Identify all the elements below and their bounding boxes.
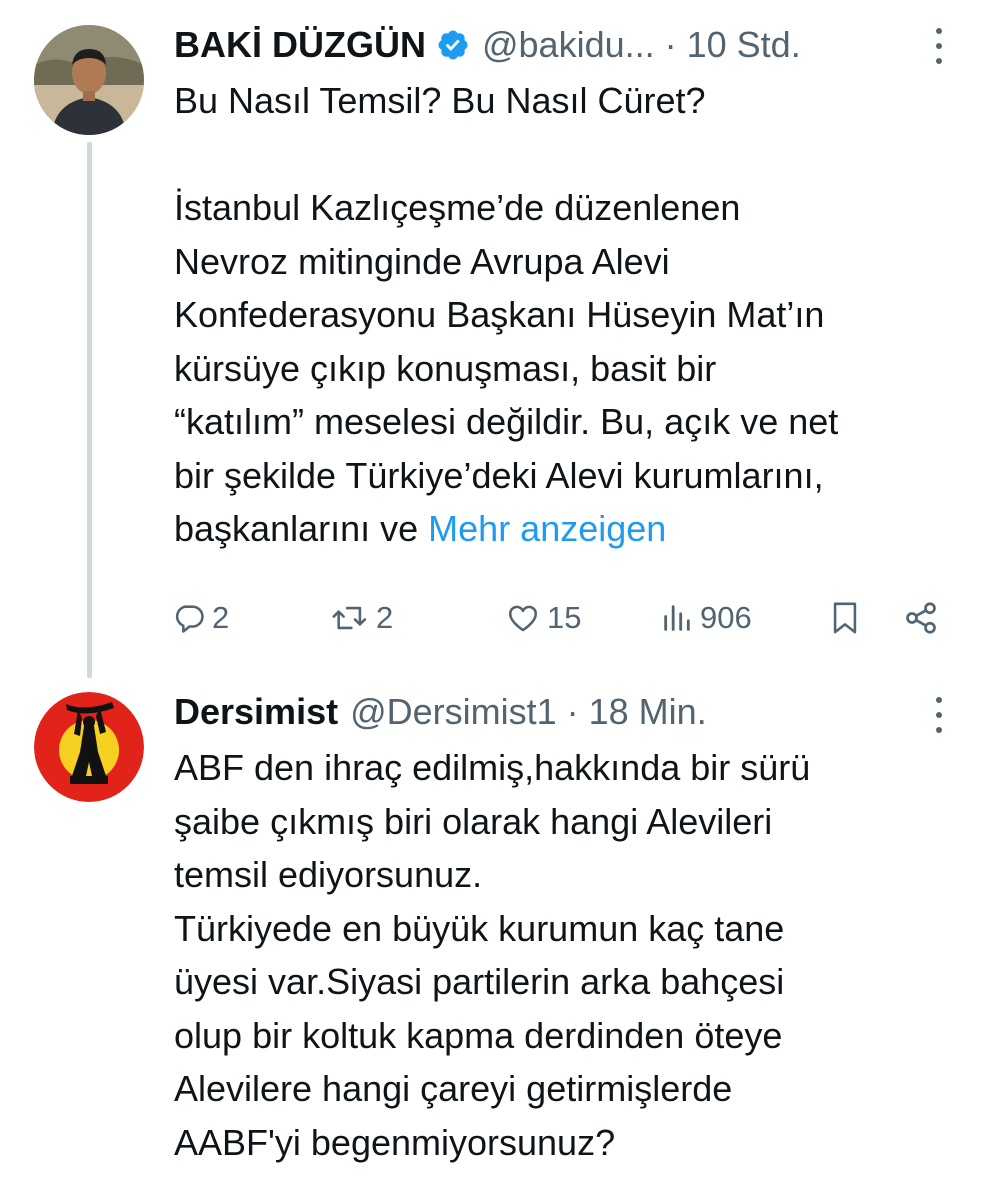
text-line: İstanbul Kazlıçeşme’de düzenlenen [174,187,741,228]
avatar-bakiduzgun[interactable] [34,25,144,135]
text-line: Türkiyede en büyük kurumun kaç tane [174,907,785,949]
text-line: Alevilere hangi çareyi getirmişlerde [174,1068,733,1109]
text-line: AABF'yi begenmiyorsunuz? [174,1121,616,1163]
text-line-last: başkanlarını ve Mehr anzeigen [174,502,974,556]
views-count: 906 [700,600,752,635]
text-line [174,128,974,182]
avatar-dersimist[interactable] [34,692,144,802]
text-line: temsil ediyorsunuz. [174,854,483,895]
avatar-logo [34,692,144,802]
text-line: şaibe çıkmış biri olarak hangi Alevileri [174,800,773,842]
display-name[interactable]: BAKİ DÜZGÜN [174,23,426,67]
retweet-count: 2 [376,600,394,635]
text-line: “katılım” meselesi değildir. Bu, açık ve… [174,401,839,442]
views-button[interactable]: 906 [660,590,752,646]
show-more-link[interactable]: Mehr anzeigen [428,508,666,549]
text-line: bir şekilde Türkiye’deki Alevi kurumları… [174,454,824,496]
like-count: 15 [547,600,582,635]
user-handle[interactable]: @Dersimist1 [350,690,557,734]
verified-badge-icon [438,30,468,60]
text-line: olup bir koltuk kapma derdinden öteye [174,1014,783,1056]
bookmark-icon [833,602,857,634]
share-icon [906,602,936,634]
tweet-actions: 2 2 15 906 [0,590,995,646]
heart-icon [508,605,538,632]
text-line: Bu Nasıl Temsil? Bu Nasıl Cüret? [174,80,706,121]
reply-icon [175,605,204,633]
like-button[interactable]: 15 [505,590,581,646]
display-name[interactable]: Dersimist [174,690,338,734]
tweet-text: ABF den ihraç edilmiş,hakkında bir sürü … [174,741,974,1169]
avatar-photo [34,25,144,135]
dot-separator: · [664,24,677,65]
retweet-icon [332,606,367,630]
user-handle[interactable]: @bakidu... [482,23,655,67]
tweet-header: Dersimist @Dersimist1 · 18 Min. [174,690,707,734]
text-line: ABF den ihraç edilmiş,hakkında bir sürü [174,747,811,788]
timestamp[interactable]: 18 Min. [589,690,707,734]
dot-separator: · [566,691,579,732]
text-fragment: başkanlarını ve [174,508,429,549]
retweet-button[interactable]: 2 [330,590,393,646]
text-line: kürsüye çıkıp konuşması, basit bir [174,347,717,389]
tweet-text: Bu Nasıl Temsil? Bu Nasıl Cüret? İstanbu… [174,74,974,556]
text-line: üyesi var.Siyasi partilerin arka bahçesi [174,961,785,1002]
text-line: Nevroz mitinginde Avrupa Alevi [174,240,670,282]
reply-count: 2 [212,600,230,635]
more-options-icon[interactable] [934,28,944,64]
more-options-icon[interactable] [934,697,944,733]
share-button[interactable] [903,590,939,646]
text-line: Konfederasyonu Başkanı Hüseyin Mat’ın [174,294,825,335]
tweet-header: BAKİ DÜZGÜN @bakidu... · 10 Std. [174,23,801,67]
views-chart-icon [664,605,690,631]
timestamp[interactable]: 10 Std. [687,23,801,67]
reply-button[interactable]: 2 [172,590,229,646]
bookmark-button[interactable] [828,590,862,646]
